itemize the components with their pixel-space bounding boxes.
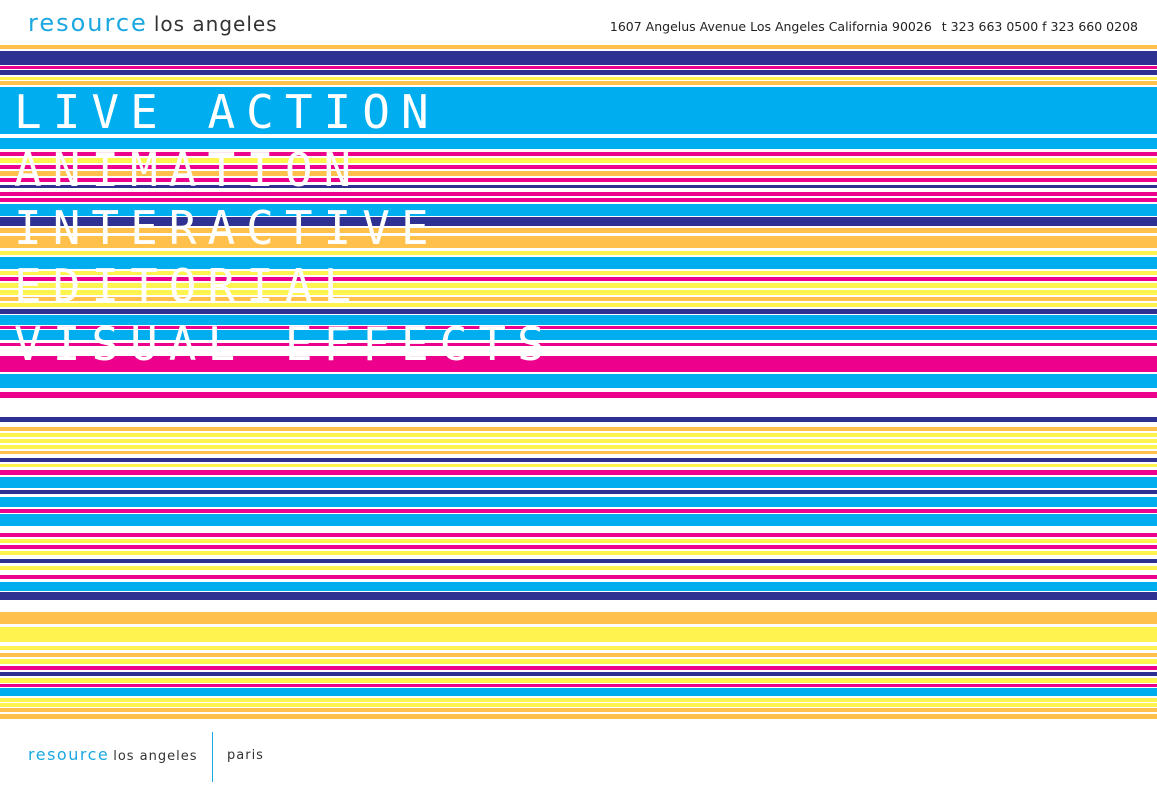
stripe-band [0,70,1157,75]
stripe-band [0,427,1157,431]
stripe-band [0,559,1157,563]
stripe-band [0,433,1157,437]
stripe-band [0,439,1157,443]
footer-paris-link[interactable]: paris [227,748,264,763]
stripe-band [0,653,1157,657]
menu-item-animation[interactable]: ANIMATION [14,144,556,202]
stripe-band [0,451,1157,454]
stripe-band [0,458,1157,462]
address-text: 1607 Angelus Avenue Los Angeles Californ… [609,19,932,34]
menu-item-visual-effects[interactable]: VISUAL EFFECTS [14,318,556,376]
stripe-band [0,575,1157,579]
logo-brand-text: resource [28,9,148,37]
stripe-band [0,672,1157,676]
stripe-band [0,497,1157,507]
stripe-band [0,464,1157,467]
stripe-band [0,66,1157,69]
stripe-band [0,417,1157,422]
fax-text: f 323 660 0208 [1042,19,1138,34]
footer: resource los angeles paris [0,728,1157,799]
contact-info: 1607 Angelus Avenue Los Angeles Californ… [610,19,1138,34]
stripe-band [0,678,1157,683]
menu-item-live-action[interactable]: LIVE ACTION [14,86,556,144]
stripe-band [0,514,1157,526]
stripe-band [0,509,1157,513]
stripe-band [0,698,1157,702]
footer-brand-text: resource [28,745,110,764]
stripe-band [0,490,1157,494]
footer-divider [212,732,213,782]
logo-city-text: los angeles [153,12,278,36]
stripe-band [0,77,1157,80]
footer-city-text: los angeles [113,749,198,764]
stripe-band [0,612,1157,624]
menu-item-editorial[interactable]: EDITORIAL [14,260,556,318]
stripe-band [0,392,1157,398]
stripe-band [0,684,1157,687]
stripe-band [0,688,1157,696]
stripe-band [0,714,1157,719]
logo-link[interactable]: resource los angeles [28,9,278,37]
stripe-band [0,566,1157,570]
stripe-band [0,551,1157,555]
stripe-band [0,582,1157,591]
stripe-band [0,659,1157,664]
stripe-band [0,666,1157,670]
stripe-band [0,374,1157,388]
footer-logo-link[interactable]: resource los angeles [28,745,198,764]
header: resource los angeles 1607 Angelus Avenue … [0,0,1157,44]
stripe-band [0,703,1157,707]
stripe-band [0,51,1157,65]
stripe-band [0,592,1157,600]
stripe-band [0,533,1157,537]
stripe-band [0,708,1157,712]
stripe-band [0,470,1157,475]
stripe-band [0,539,1157,543]
stripe-band [0,45,1157,49]
stripe-band [0,646,1157,650]
main-menu: LIVE ACTION ANIMATION INTERACTIVE EDITOR… [14,86,556,376]
stripe-band [0,445,1157,449]
phone-text: t 323 663 0500 [941,19,1039,34]
stripe-band [0,477,1157,488]
stripe-band [0,545,1157,549]
menu-item-interactive[interactable]: INTERACTIVE [14,202,556,260]
stripe-band [0,631,1157,642]
